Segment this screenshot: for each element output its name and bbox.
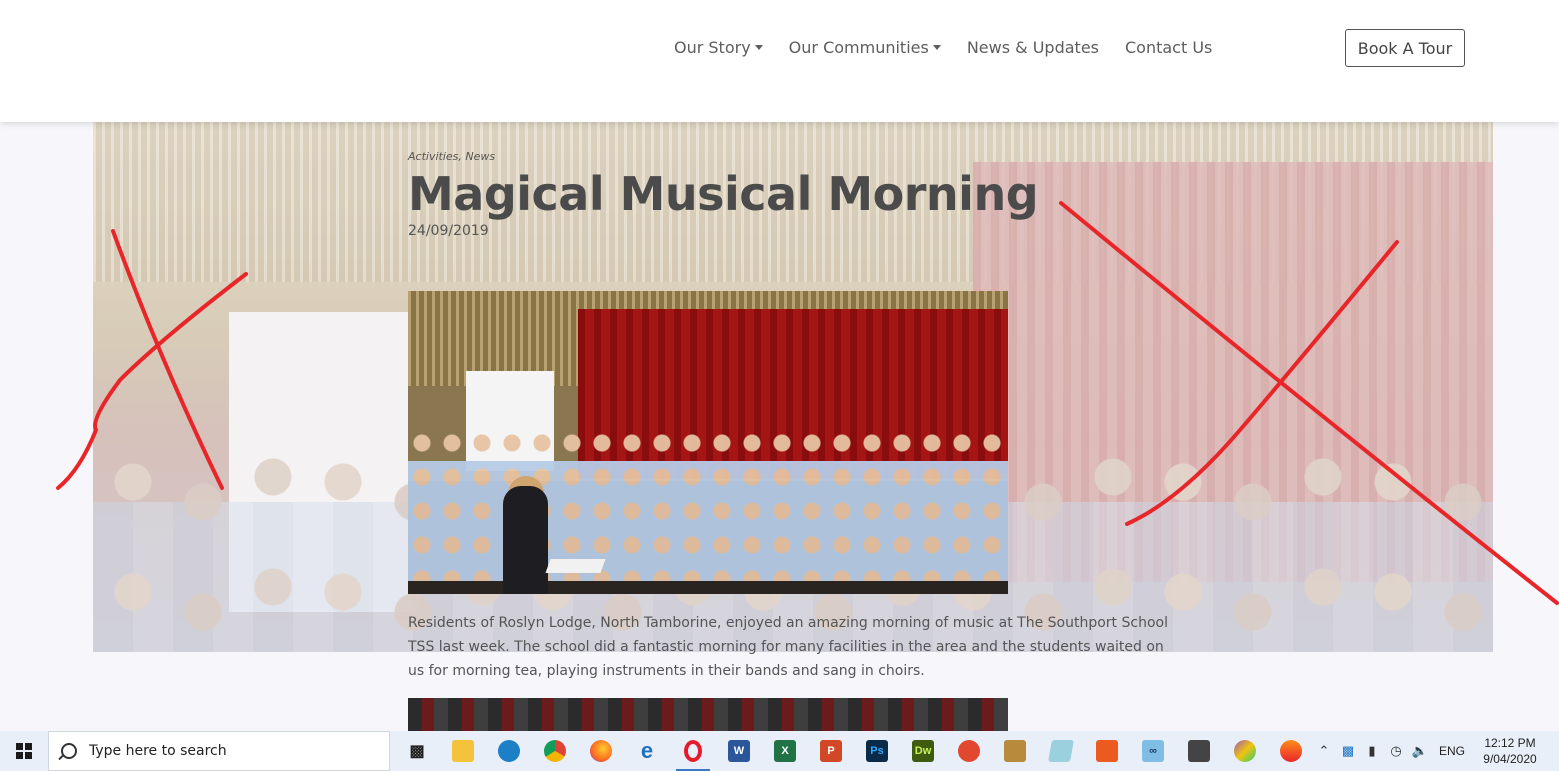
calculator-icon[interactable] — [1176, 731, 1222, 771]
edge-chromium-icon[interactable] — [486, 731, 532, 771]
article-title: Magical Musical Morning — [408, 167, 1039, 221]
article-photo-audience — [408, 698, 1008, 731]
photoshop-icon[interactable]: Ps — [854, 731, 900, 771]
powerpoint-icon[interactable]: P — [808, 731, 854, 771]
infinity-icon[interactable]: ∞ — [1130, 731, 1176, 771]
main-nav: Our Story Our Communities News & Updates… — [674, 38, 1212, 57]
battery-icon[interactable]: ▮ — [1363, 743, 1381, 759]
nav-our-communities[interactable]: Our Communities — [789, 38, 941, 57]
nav-our-story-label: Our Story — [674, 38, 751, 57]
article-date: 24/09/2019 — [408, 223, 489, 239]
language-indicator[interactable]: ENG — [1435, 744, 1469, 758]
nav-news-updates[interactable]: News & Updates — [967, 38, 1099, 57]
start-button[interactable] — [0, 731, 48, 771]
site-header: Our Story Our Communities News & Updates… — [0, 0, 1559, 122]
chevron-up-icon[interactable]: ⌃ — [1315, 743, 1333, 759]
opera-icon[interactable] — [670, 731, 716, 771]
volume-icon[interactable]: 🔈 — [1411, 743, 1429, 759]
taskbar-apps: ▩ e W X P Ps Dw ∞ — [394, 731, 1314, 771]
chevron-down-icon — [754, 45, 763, 50]
article-photo-choir — [408, 291, 1008, 594]
search-icon — [61, 743, 77, 759]
network-drive-icon[interactable]: ▩ — [1339, 743, 1357, 759]
wifi-icon[interactable]: ◷ — [1387, 743, 1405, 759]
nav-our-story[interactable]: Our Story — [674, 38, 763, 57]
flask-icon[interactable] — [946, 731, 992, 771]
paint-icon[interactable] — [1222, 731, 1268, 771]
file-explorer-icon[interactable] — [440, 731, 486, 771]
windows-logo-icon — [16, 743, 32, 759]
office-icon[interactable] — [1084, 731, 1130, 771]
edge-legacy-icon[interactable]: e — [624, 731, 670, 771]
clock-time: 12:12 PM — [1484, 736, 1536, 750]
nav-contact-us-label: Contact Us — [1125, 38, 1213, 57]
article-header: Activities, News Magical Musical Morning… — [408, 150, 1168, 239]
system-tray: ⌃ ▩ ▮ ◷ 🔈 ENG 12:12 PM 9/04/2020 — [1315, 731, 1559, 771]
nav-news-updates-label: News & Updates — [966, 38, 1099, 57]
chrome-icon[interactable] — [532, 731, 578, 771]
chevron-down-icon — [932, 45, 941, 50]
dreamweaver-icon[interactable]: Dw — [900, 731, 946, 771]
excel-icon[interactable]: X — [762, 731, 808, 771]
article-body: Residents of Roslyn Lodge, North Tambori… — [408, 615, 1168, 679]
article-categories[interactable]: Activities, News — [408, 150, 1168, 163]
task-view-icon[interactable]: ▩ — [394, 731, 440, 771]
taskbar-search[interactable] — [48, 731, 390, 771]
firefox-icon[interactable] — [578, 731, 624, 771]
audio-icon[interactable] — [1268, 731, 1314, 771]
clock[interactable]: 12:12 PM 9/04/2020 — [1475, 735, 1545, 767]
clock-date: 9/04/2020 — [1483, 752, 1537, 766]
notepad-icon[interactable] — [1038, 731, 1084, 771]
nav-our-communities-label: Our Communities — [788, 38, 929, 57]
taskbar-search-input[interactable] — [87, 742, 371, 760]
install-icon[interactable] — [992, 731, 1038, 771]
word-icon[interactable]: W — [716, 731, 762, 771]
windows-taskbar: ▩ e W X P Ps Dw ∞ ⌃ ▩ ▮ ◷ 🔈 ENG 12:12 PM… — [0, 731, 1559, 771]
nav-contact-us[interactable]: Contact Us — [1125, 38, 1212, 57]
book-a-tour-button[interactable]: Book A Tour — [1345, 29, 1465, 67]
